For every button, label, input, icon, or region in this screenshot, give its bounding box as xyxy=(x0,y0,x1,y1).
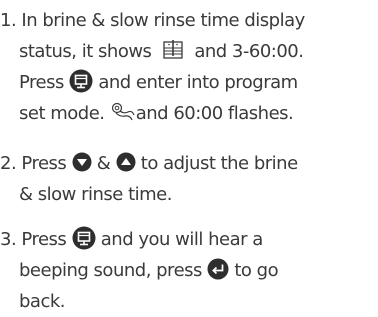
step-number: 3. xyxy=(0,229,17,250)
step-3-line-1: 3. Press and you will hear a xyxy=(0,224,378,255)
step-text: to go xyxy=(234,260,279,281)
step-text: Press xyxy=(21,153,67,174)
step-text: & xyxy=(96,153,111,174)
step-text: Press xyxy=(19,72,64,93)
step-number: 1. xyxy=(0,10,17,31)
instruction-step-2: 2. Press & to adjust the brine & slow ri… xyxy=(0,148,378,210)
step-1-line-3: Press and enter into program xyxy=(0,67,378,98)
back-button-icon xyxy=(207,258,229,280)
instruction-step-1: 1. In brine & slow rinse time display st… xyxy=(0,5,378,129)
step-1-line-2: status, it shows and 3-60:00. xyxy=(0,36,378,67)
step-text: back. xyxy=(19,291,66,312)
step-text: and enter into program xyxy=(98,72,298,93)
step-number: 2. xyxy=(0,153,17,174)
step-text: & slow rinse time. xyxy=(19,184,172,205)
down-button-icon xyxy=(72,152,92,172)
up-button-icon xyxy=(116,152,136,172)
step-text: and 3-60:00. xyxy=(194,41,304,62)
step-text: set mode. xyxy=(19,103,105,124)
step-text: Press xyxy=(21,229,67,250)
step-text: to adjust the brine xyxy=(140,153,298,174)
rinse-valve-icon xyxy=(110,102,136,122)
step-2-line-1: 2. Press & to adjust the brine xyxy=(0,148,378,179)
step-3-line-2: beeping sound, press to go xyxy=(0,255,378,286)
step-text: and 60:00 flashes. xyxy=(135,103,294,124)
step-text: In brine & slow rinse time display xyxy=(21,10,305,31)
step-text: beeping sound, press xyxy=(19,260,202,281)
brine-tank-icon xyxy=(162,40,184,60)
program-button-icon xyxy=(69,69,93,93)
step-1-line-1: 1. In brine & slow rinse time display xyxy=(0,5,378,36)
step-3-line-3: back. xyxy=(0,286,378,317)
step-text: status, it shows xyxy=(19,41,152,62)
step-2-line-2: & slow rinse time. xyxy=(0,179,378,210)
step-1-line-4: set mode. and 60:00 flashes. xyxy=(0,98,378,129)
step-text: and you will hear a xyxy=(100,229,264,250)
program-button-icon xyxy=(72,226,96,250)
instruction-step-3: 3. Press and you will hear a beeping sou… xyxy=(0,224,378,317)
